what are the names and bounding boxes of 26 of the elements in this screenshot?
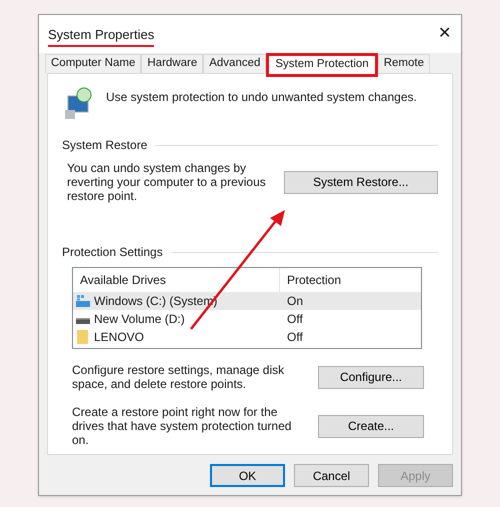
description-text: Create a restore point right now for the drives that have system protection turned on. xyxy=(72,405,292,447)
group-heading: Protection Settings xyxy=(62,244,163,261)
dialog-button[interactable]: Cancel xyxy=(294,464,369,487)
drive-name: LENOVO xyxy=(94,329,144,346)
description-text: Configure restore settings, manage disk space, and delete restore points. xyxy=(72,363,286,391)
action-button[interactable]: Create... xyxy=(318,414,424,438)
dialog-button[interactable]: OK xyxy=(210,464,285,487)
tab[interactable]: Advanced xyxy=(203,54,266,73)
action-button[interactable]: System Restore... xyxy=(284,170,438,194)
close-button[interactable]: ✕ xyxy=(438,26,451,42)
drive-name: New Volume (D:) xyxy=(94,311,185,328)
drive-icon xyxy=(75,294,91,308)
tab[interactable]: Computer Name xyxy=(45,54,142,73)
group-heading: System Restore xyxy=(62,137,148,154)
protection-status: Off xyxy=(286,329,303,346)
intro-text: Use system protection to undo unwanted system changes. xyxy=(106,89,417,106)
protection-status: On xyxy=(286,293,304,310)
tab[interactable]: Hardware xyxy=(141,54,204,73)
tab[interactable]: System Protection xyxy=(266,53,378,77)
description-text: You can undo system changes by reverting your computer to a previous restore point. xyxy=(67,161,267,203)
action-button[interactable]: Configure... xyxy=(318,366,424,388)
tab[interactable]: Remote xyxy=(378,54,430,73)
protection-status: Off xyxy=(286,311,303,328)
folder-icon xyxy=(75,330,91,344)
window-title: System Properties xyxy=(48,24,154,48)
column-header: Protection xyxy=(286,272,342,289)
